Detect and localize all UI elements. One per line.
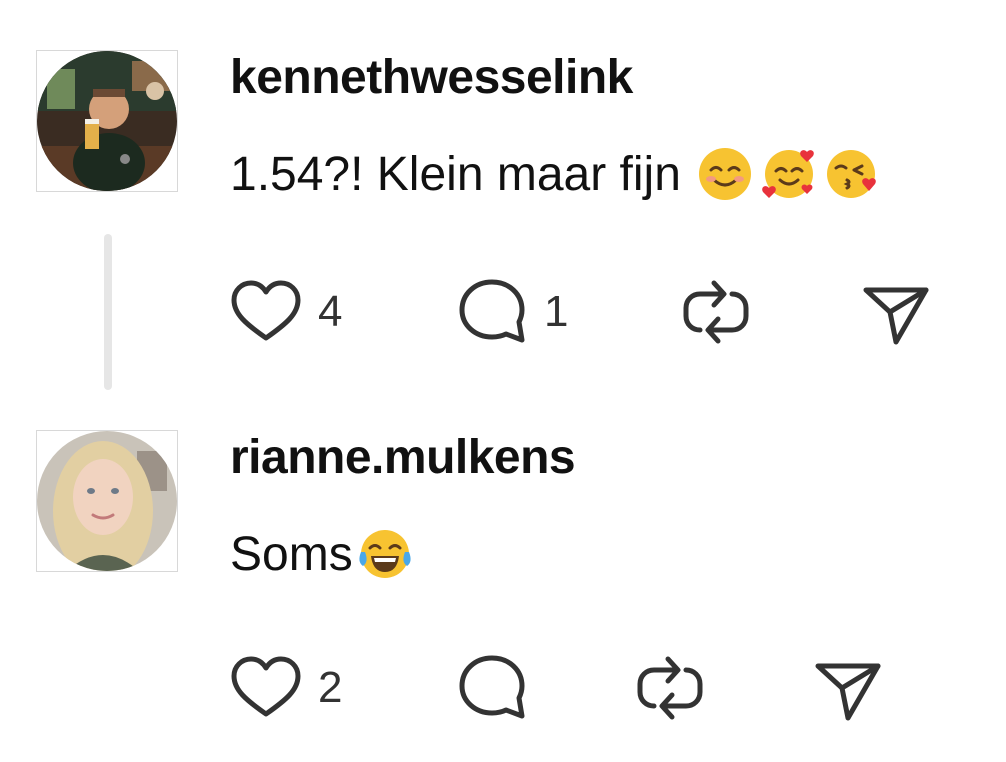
comment-text: Soms [230, 526, 413, 582]
like-button[interactable]: 4 [228, 272, 342, 352]
comment-text: 1.54?! Klein maar fijn [230, 146, 881, 202]
comment-bubble-icon [459, 655, 525, 719]
smiling-face-emoji [697, 146, 753, 202]
heart-icon [231, 280, 301, 341]
comment-body: 1.54?! Klein maar fijn [230, 147, 681, 201]
action-bar: 2 [228, 648, 988, 728]
face-with-tears-of-joy-emoji [357, 526, 413, 582]
like-button[interactable]: 2 [228, 648, 342, 728]
action-bar: 4 1 [228, 272, 988, 352]
like-count: 2 [318, 663, 343, 712]
share-button[interactable] [810, 648, 886, 728]
like-count: 4 [318, 287, 343, 336]
comment-body: Soms [230, 527, 353, 581]
smiling-face-with-hearts-emoji [761, 146, 817, 202]
comment-bubble-icon [459, 279, 525, 343]
avatar[interactable] [36, 50, 178, 192]
repost-button[interactable] [632, 648, 708, 728]
repost-icon [683, 280, 749, 344]
repost-icon [637, 656, 703, 720]
send-icon [815, 663, 881, 721]
comments-thread: kennethwesselink 1.54?! Klein maar fijn [0, 0, 1006, 762]
comment-item: rianne.mulkens Soms 2 [0, 400, 1006, 762]
share-button[interactable] [858, 272, 934, 352]
reply-count: 1 [544, 287, 569, 336]
face-blowing-kiss-emoji [825, 146, 881, 202]
username[interactable]: rianne.mulkens [230, 430, 576, 485]
reply-button[interactable]: 1 [454, 272, 568, 352]
thread-line [104, 234, 112, 390]
send-icon [863, 287, 929, 345]
comment-item: kennethwesselink 1.54?! Klein maar fijn [0, 0, 1006, 400]
repost-button[interactable] [678, 272, 754, 352]
heart-icon [231, 656, 301, 717]
reply-button[interactable] [454, 648, 530, 728]
avatar[interactable] [36, 430, 178, 572]
username[interactable]: kennethwesselink [230, 50, 633, 105]
